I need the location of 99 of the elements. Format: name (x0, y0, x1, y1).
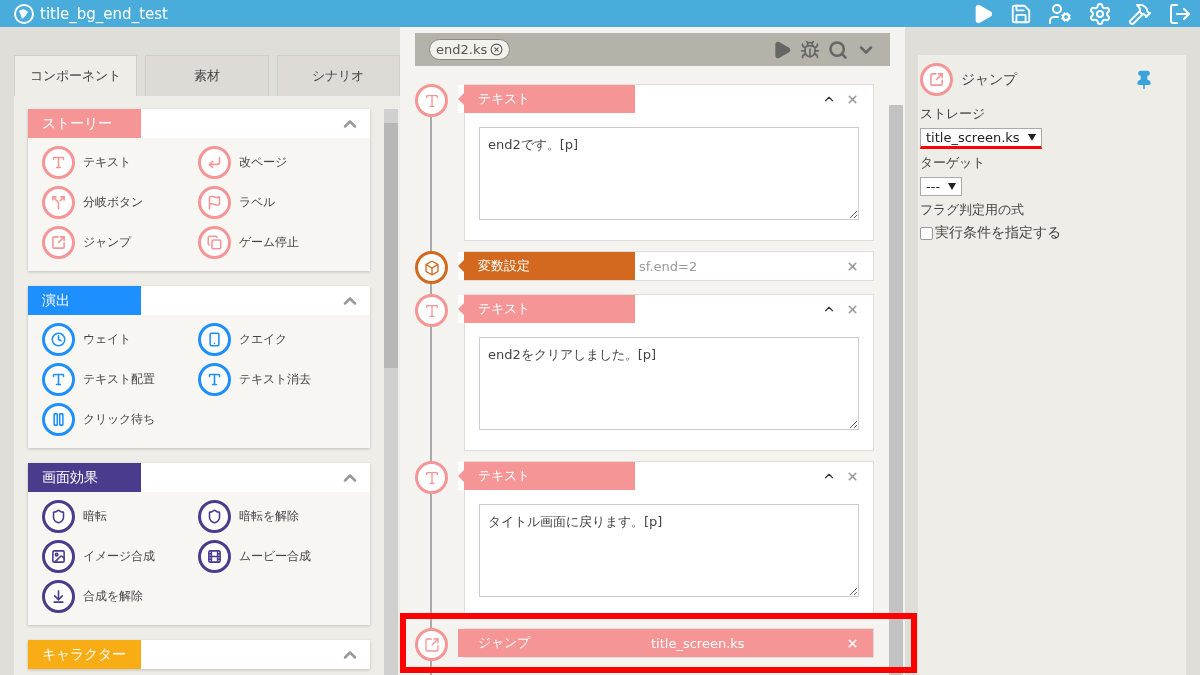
scrollbar[interactable] (889, 105, 903, 675)
panel-tab[interactable]: コンポーネント (14, 55, 138, 96)
component-label: イメージ合成 (83, 548, 155, 565)
component-label: 暗転を解除 (239, 508, 299, 525)
command-label: テキスト (458, 462, 635, 490)
component-item[interactable]: テキスト消去 (198, 363, 356, 396)
play-icon[interactable] (772, 39, 792, 60)
select-field[interactable]: title_screen.ks (920, 128, 1042, 149)
component-item[interactable]: クリック待ち (42, 403, 198, 436)
search-icon[interactable] (828, 39, 848, 60)
component-item[interactable]: テキスト配置 (42, 363, 198, 396)
checkbox[interactable] (920, 226, 933, 240)
command-label: テキスト (458, 295, 635, 323)
component-item[interactable]: ムービー合成 (198, 540, 356, 573)
settings-icon[interactable] (1088, 1, 1112, 26)
component-item[interactable]: クエイク (198, 323, 356, 356)
file-tab[interactable]: end2.ks (429, 39, 511, 60)
component-icon (42, 580, 75, 613)
section-title: 画面効果 (28, 463, 141, 492)
field-label: ターゲット (920, 154, 986, 172)
select-field[interactable]: --- (920, 177, 963, 196)
component-icon (198, 363, 231, 396)
text-area[interactable]: end2です。[p] (479, 127, 859, 220)
close-icon[interactable] (846, 302, 859, 316)
checkbox-label: 実行条件を指定する (935, 224, 1061, 242)
section-title: 演出 (28, 286, 141, 315)
component-label: テキスト配置 (83, 371, 155, 388)
component-icon (198, 500, 231, 533)
component-label: ラベル (239, 194, 275, 211)
component-icon (42, 403, 75, 436)
component-icon (42, 146, 75, 179)
component-item[interactable]: ゲーム停止 (198, 226, 356, 259)
field-label: ストレージ (920, 105, 986, 123)
timeline-node-icon (415, 84, 448, 117)
component-item[interactable]: 暗転を解除 (198, 500, 356, 533)
component-label: テキスト消去 (239, 371, 311, 388)
hammer-icon[interactable] (1128, 1, 1152, 26)
section-title: キャラクター (28, 640, 141, 669)
component-icon (42, 540, 75, 573)
component-label: ムービー合成 (239, 548, 311, 565)
command-label: 変数設定 (458, 252, 635, 280)
dropdown-arrow-icon (1027, 134, 1036, 141)
component-icon (42, 323, 75, 356)
component-icon (42, 363, 75, 396)
app-logo-icon (14, 3, 34, 24)
exit-icon[interactable] (1168, 1, 1192, 26)
component-item[interactable]: 合成を解除 (42, 580, 198, 613)
pin-icon[interactable] (1134, 69, 1154, 90)
component-label: 改ページ (239, 154, 287, 171)
component-icon (42, 186, 75, 219)
field-label: フラグ判定用の式 (920, 201, 1025, 219)
component-item[interactable]: 暗転 (42, 500, 198, 533)
timeline-node-icon (415, 461, 448, 494)
jump-icon (920, 63, 953, 96)
component-item[interactable]: 改ページ (198, 146, 356, 179)
component-icon (198, 146, 231, 179)
text-area[interactable]: end2をクリアしました。[p] (479, 337, 859, 430)
component-label: ゲーム停止 (239, 234, 299, 251)
close-icon[interactable] (846, 259, 859, 273)
component-label: 分岐ボタン (83, 194, 143, 211)
bug-icon[interactable] (800, 39, 820, 60)
component-icon (198, 540, 231, 573)
component-item[interactable]: テキスト (42, 146, 198, 179)
command-label: テキスト (458, 85, 635, 113)
project-title: title_bg_end_test (40, 4, 168, 23)
component-icon (198, 226, 231, 259)
component-label: 合成を解除 (83, 588, 143, 605)
component-item[interactable]: イメージ合成 (42, 540, 198, 573)
timeline-node-icon (415, 294, 448, 327)
component-icon (42, 500, 75, 533)
timeline-node-icon (415, 251, 448, 284)
section-title: ストーリー (28, 109, 141, 138)
component-icon (198, 323, 231, 356)
component-item[interactable]: 分岐ボタン (42, 186, 198, 219)
dropdown-arrow-icon (948, 183, 957, 190)
component-icon (198, 186, 231, 219)
component-item[interactable]: ウェイト (42, 323, 198, 356)
component-icon (42, 226, 75, 259)
properties-title: ジャンプ (961, 70, 1017, 89)
component-label: クリック待ち (83, 411, 155, 428)
component-label: ウェイト (83, 331, 131, 348)
close-icon[interactable] (490, 43, 504, 56)
component-item[interactable]: ラベル (198, 186, 356, 219)
panel-tab[interactable]: 素材 (145, 55, 269, 96)
panel-tab[interactable]: シナリオ (276, 55, 400, 96)
command-value: sf.end=2 (638, 258, 698, 274)
timeline-node-icon (415, 628, 448, 661)
save-icon[interactable] (1010, 2, 1032, 25)
scrollbar[interactable] (384, 109, 398, 675)
text-area[interactable]: タイトル画面に戻ります。[p] (479, 504, 859, 597)
command-value: title_screen.ks (651, 635, 745, 651)
component-label: テキスト (83, 154, 131, 171)
user-gear-icon[interactable] (1048, 1, 1072, 26)
component-label: クエイク (239, 331, 287, 348)
close-icon[interactable] (846, 92, 859, 106)
component-label: 暗転 (83, 508, 107, 525)
component-item[interactable]: ジャンプ (42, 226, 198, 259)
close-icon[interactable] (846, 469, 859, 483)
component-label: ジャンプ (83, 234, 131, 251)
